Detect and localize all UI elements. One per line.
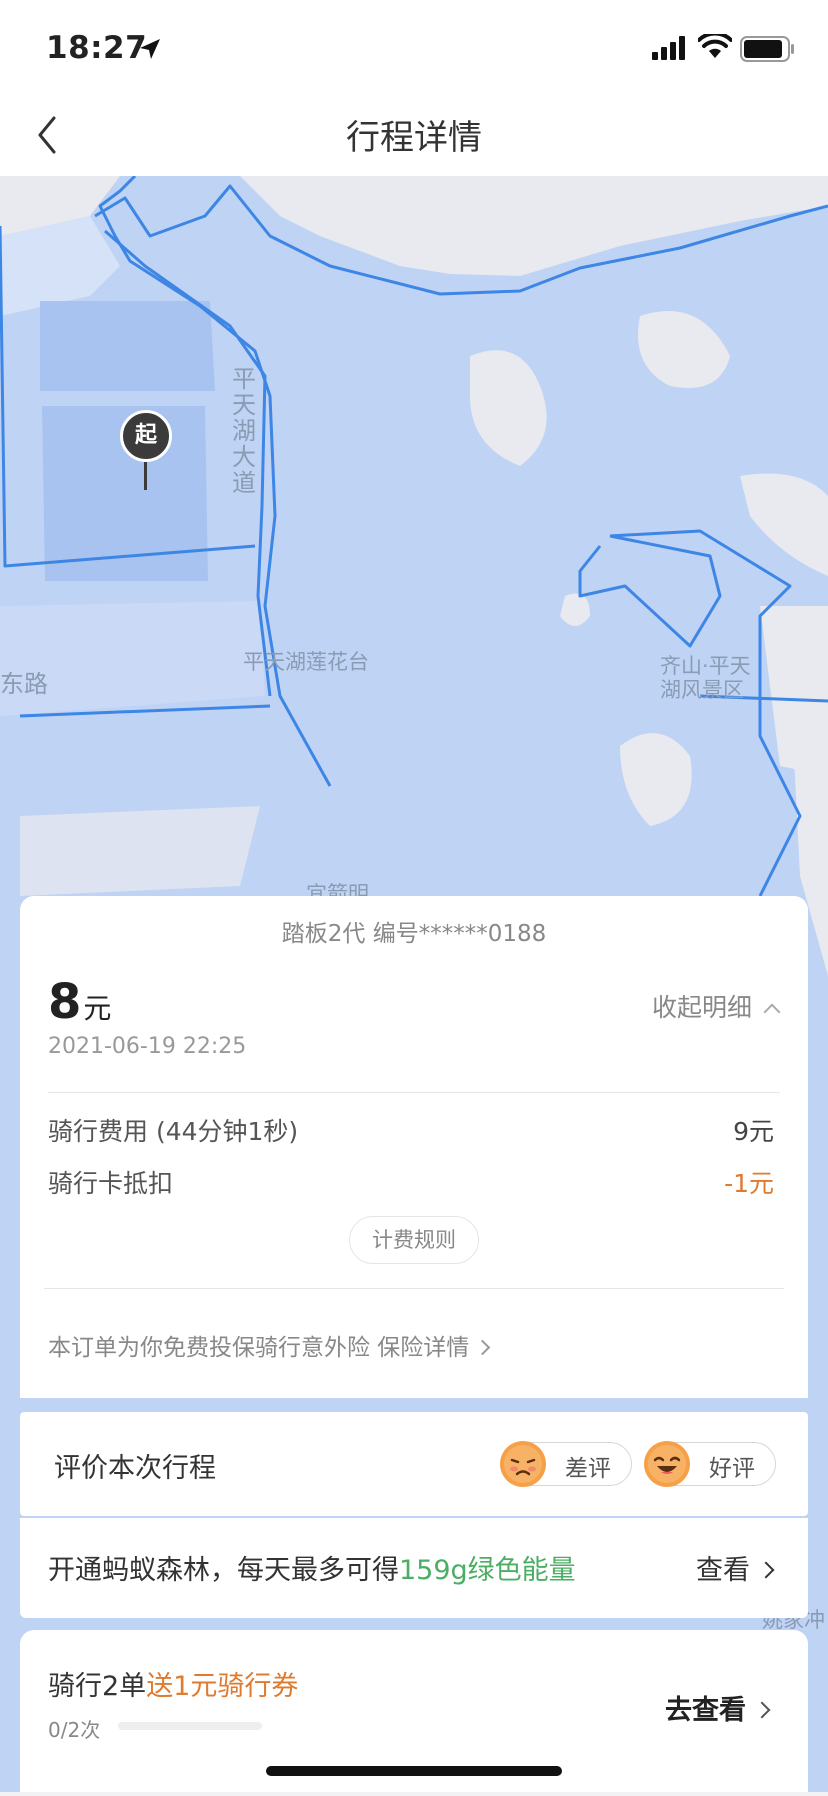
ant-forest-text: 开通蚂蚁森林，每天最多可得159g绿色能量 (48, 1555, 576, 1586)
wifi-icon (698, 34, 732, 58)
home-indicator (266, 1766, 562, 1776)
map-label-east-road: 东路 (0, 670, 48, 698)
ant-forest-card[interactable]: 开通蚂蚁森林，每天最多可得159g绿色能量 查看 (20, 1518, 808, 1618)
nav-bar: 行程详情 (0, 96, 828, 176)
chevron-up-icon (763, 1003, 781, 1021)
happy-face-icon (644, 1441, 690, 1487)
sad-face-icon (500, 1441, 546, 1487)
battery-icon (740, 36, 794, 62)
promo-progress-count: 0/2次 (48, 1718, 101, 1742)
start-pin[interactable]: 起 (120, 410, 172, 490)
collapse-details-button[interactable]: 收起明细 (652, 988, 781, 1024)
bad-review-button[interactable]: 差评 (500, 1441, 632, 1487)
promo-title: 骑行2单送1元骑行券 (48, 1671, 299, 1702)
divider (48, 1092, 780, 1093)
ant-forest-view-button[interactable]: 查看 (696, 1548, 775, 1587)
map-label-lotus: 平天湖莲花台 (243, 650, 369, 674)
divider (44, 1288, 784, 1289)
chevron-right-icon (753, 1701, 771, 1719)
map-label-road: 平天湖大道 (232, 365, 256, 497)
status-time: 18:27 (46, 30, 148, 66)
status-bar: 18:27 (0, 0, 828, 96)
promo-progress-bar (118, 1722, 262, 1730)
map-label-scenic: 齐山·平天湖风景区 (660, 654, 751, 702)
chevron-right-icon (757, 1561, 775, 1579)
insurance-link[interactable]: 本订单为你免费投保骑行意外险 保险详情 (48, 1328, 491, 1362)
start-pin-label: 起 (120, 410, 172, 462)
chevron-right-icon (475, 1339, 491, 1356)
order-datetime: 2021-06-19 22:25 (48, 1034, 247, 1059)
billing-rules-button[interactable]: 计费规则 (349, 1216, 479, 1264)
page-title: 行程详情 (346, 118, 482, 158)
fee-row-card-discount: 骑行卡抵扣 -1元 (48, 1169, 774, 1198)
rating-title: 评价本次行程 (54, 1453, 216, 1484)
promo-view-button[interactable]: 去查看 (665, 1688, 771, 1727)
order-price: 8元 (48, 974, 112, 1030)
fee-row-ride: 骑行费用 (44分钟1秒) 9元 (48, 1117, 774, 1146)
bike-info: 踏板2代 编号******0188 (281, 921, 547, 947)
order-detail-card: 踏板2代 编号******0188 8元 2021-06-19 22:25 收起… (20, 896, 808, 1398)
good-review-button[interactable]: 好评 (644, 1441, 776, 1487)
location-arrow-icon (140, 39, 160, 59)
cellular-signal-icon (652, 36, 685, 60)
rating-card: 评价本次行程 差评 好评 (20, 1412, 808, 1516)
